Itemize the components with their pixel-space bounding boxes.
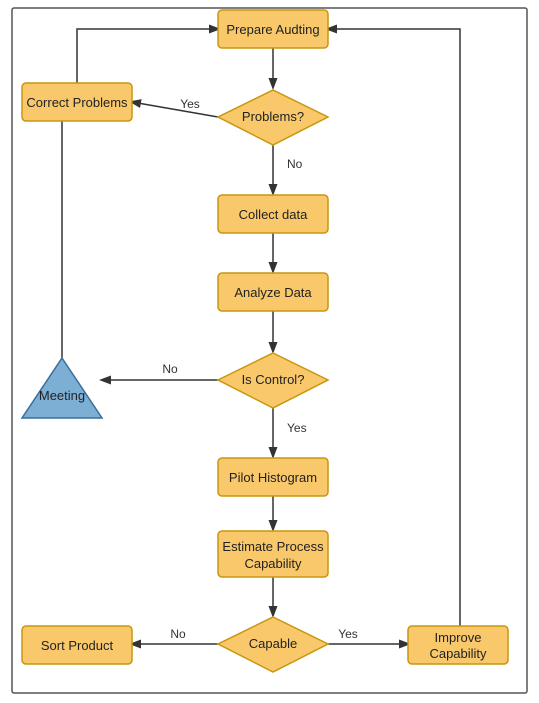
sort-product-label: Sort Product	[41, 638, 114, 653]
label-no-problems: No	[287, 157, 303, 171]
correct-problems-label: Correct Problems	[26, 95, 128, 110]
flowchart-diagram: Prepare Audting Problems? Yes No Correct…	[0, 0, 539, 703]
label-no-capable: No	[170, 627, 186, 641]
estimate-label-1: Estimate Process	[222, 539, 324, 554]
prepare-audting-label: Prepare Audting	[226, 22, 319, 37]
label-yes-control: Yes	[287, 421, 307, 435]
estimate-label-2: Capability	[244, 556, 302, 571]
iscontrol-label: Is Control?	[242, 372, 305, 387]
capable-label: Capable	[249, 636, 297, 651]
collect-data-label: Collect data	[239, 207, 308, 222]
label-yes-capable: Yes	[338, 627, 358, 641]
flowchart-svg: Prepare Audting Problems? Yes No Correct…	[0, 0, 539, 703]
improve-capability-label-1: Improve	[435, 630, 482, 645]
line-meeting-correct	[22, 102, 62, 358]
label-yes-problems: Yes	[180, 97, 200, 111]
arrow-correct-prepare	[77, 29, 218, 83]
arrow-improve-prepare	[328, 29, 460, 626]
improve-capability-label-2: Capability	[429, 646, 487, 661]
label-no-control: No	[162, 362, 178, 376]
pilot-histogram-label: Pilot Histogram	[229, 470, 317, 485]
arrow-problems-correct	[132, 102, 218, 117]
meeting-label: Meeting	[39, 388, 85, 403]
analyze-data-label: Analyze Data	[234, 285, 312, 300]
problems-label: Problems?	[242, 109, 304, 124]
